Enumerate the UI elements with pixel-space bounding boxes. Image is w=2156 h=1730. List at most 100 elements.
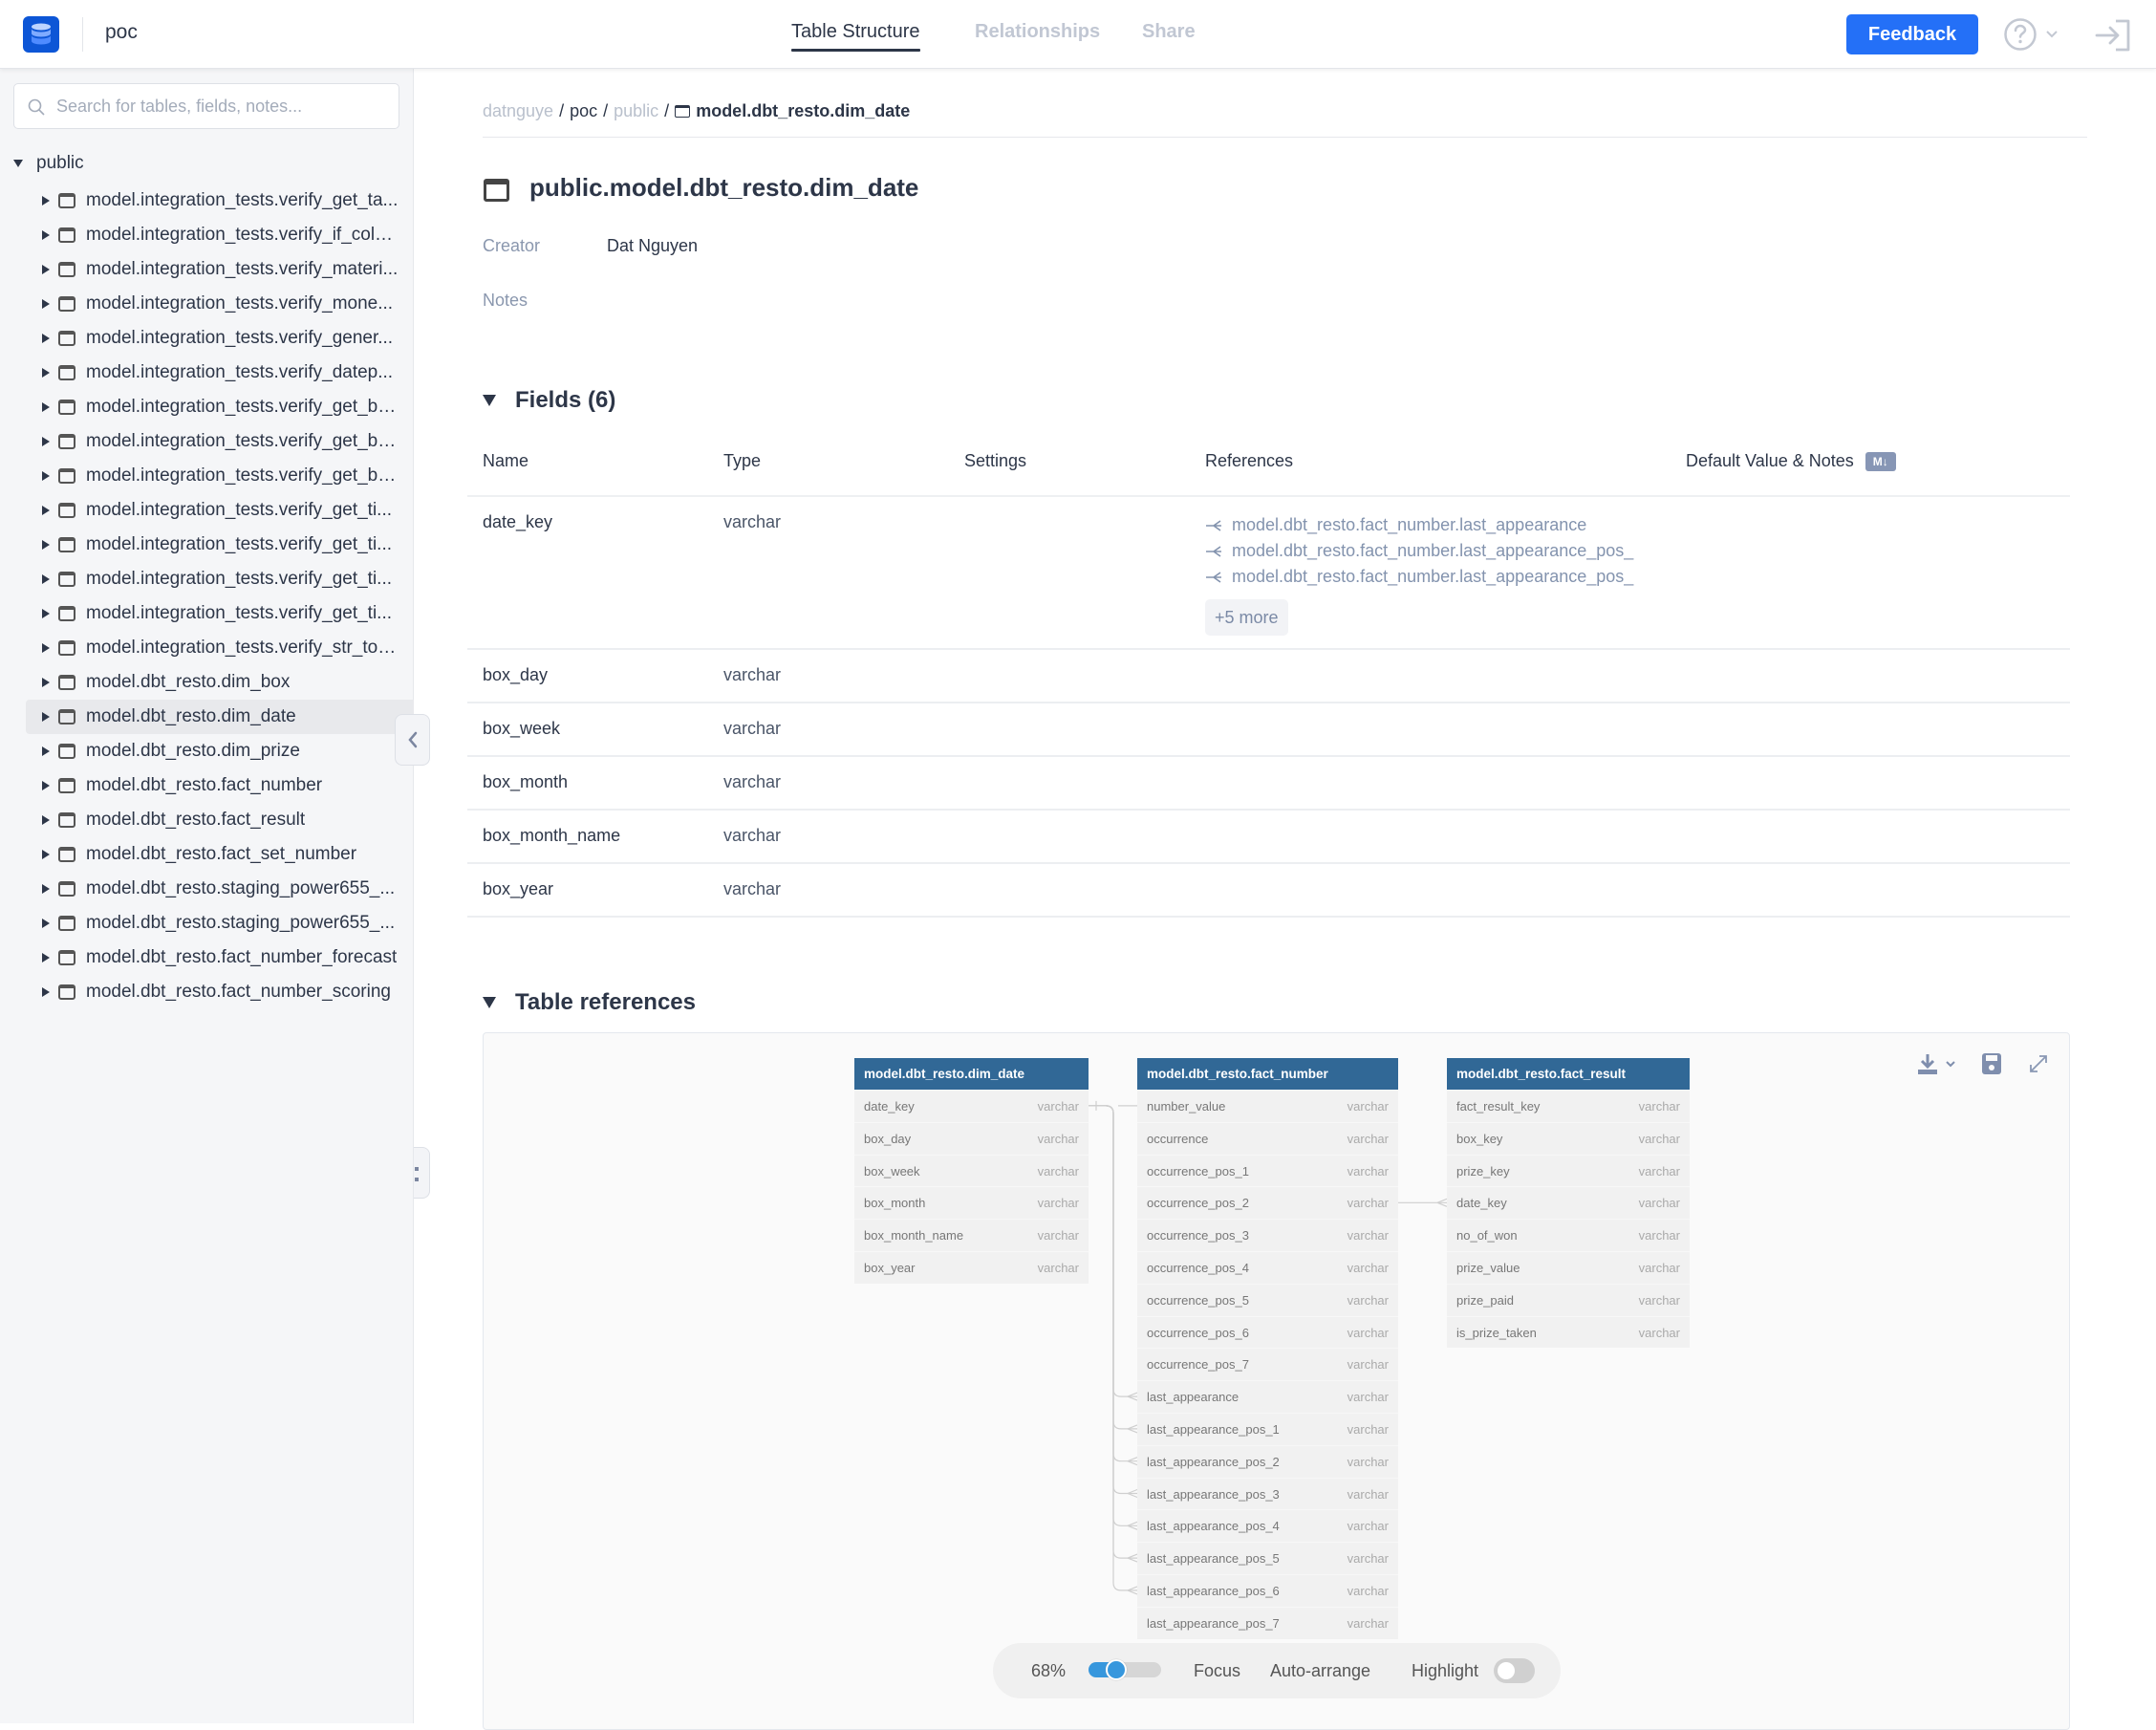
erd-field-row[interactable]: last_appearance_pos_5 varchar (1137, 1542, 1398, 1574)
caret-right-icon[interactable] (42, 574, 50, 584)
caret-right-icon[interactable] (42, 506, 50, 515)
sidebar-table-item[interactable]: model.integration_tests.verify_get_ti... (26, 562, 414, 596)
erd-field-row[interactable]: is_prize_taken varchar (1447, 1315, 1690, 1349)
erd-field-row[interactable]: last_appearance_pos_3 varchar (1137, 1477, 1398, 1510)
caret-right-icon[interactable] (42, 643, 50, 653)
sidebar-table-item[interactable]: model.integration_tests.verify_get_ti... (26, 596, 414, 631)
caret-right-icon[interactable] (42, 953, 50, 962)
sidebar-table-item[interactable]: model.dbt_resto.dim_box (26, 665, 414, 700)
logout-button[interactable] (2095, 19, 2131, 52)
sidebar-table-item[interactable]: model.integration_tests.verify_get_ti... (26, 528, 414, 562)
sidebar-table-item[interactable]: model.dbt_resto.fact_number_scoring (26, 975, 414, 1009)
erd-field-row[interactable]: occurrence_pos_2 varchar (1137, 1186, 1398, 1219)
caret-right-icon[interactable] (42, 299, 50, 309)
erd-field-row[interactable]: occurrence_pos_4 varchar (1137, 1250, 1398, 1284)
fields-section-toggle[interactable]: Fields (6) (483, 387, 615, 414)
collapse-sidebar-button[interactable] (395, 714, 430, 766)
caret-right-icon[interactable] (42, 815, 50, 825)
zoom-slider-handle[interactable] (1105, 1659, 1127, 1680)
erd-table-header[interactable]: model.dbt_resto.fact_number (1137, 1058, 1398, 1090)
sidebar-table-item[interactable]: model.dbt_resto.fact_number (26, 768, 414, 803)
focus-button[interactable]: Focus (1194, 1661, 1240, 1681)
erd-field-row[interactable]: last_appearance_pos_7 varchar (1137, 1606, 1398, 1639)
sidebar-table-item[interactable]: model.dbt_resto.fact_set_number (26, 837, 414, 872)
expand-icon[interactable] (2027, 1052, 2050, 1075)
sidebar-table-item[interactable]: model.integration_tests.verify_mone... (26, 287, 414, 321)
reference-link[interactable]: model.dbt_resto.fact_number.last_appeara… (1205, 512, 1654, 538)
caret-right-icon[interactable] (42, 196, 50, 205)
caret-right-icon[interactable] (42, 781, 50, 790)
app-logo[interactable] (23, 16, 59, 53)
reference-link[interactable]: model.dbt_resto.fact_number.last_appeara… (1205, 564, 1654, 590)
breadcrumb-schema[interactable]: public (614, 101, 658, 121)
caret-right-icon[interactable] (42, 334, 50, 343)
erd-field-row[interactable]: box_month varchar (854, 1186, 1089, 1219)
erd-field-row[interactable]: last_appearance_pos_6 varchar (1137, 1573, 1398, 1607)
reference-link[interactable]: model.dbt_resto.fact_number.last_appeara… (1205, 538, 1654, 564)
erd-field-row[interactable]: no_of_won varchar (1447, 1219, 1690, 1251)
show-more-references-button[interactable]: +5 more (1205, 599, 1288, 636)
erd-field-row[interactable]: box_month_name varchar (854, 1219, 1089, 1251)
references-section-toggle[interactable]: Table references (483, 989, 696, 1016)
sidebar-table-item[interactable]: model.integration_tests.verify_get_ba... (26, 390, 414, 424)
erd-table[interactable]: model.dbt_resto.dim_date date_key varchar b… (854, 1058, 1089, 1284)
search-input[interactable] (56, 84, 391, 128)
erd-field-row[interactable]: occurrence_pos_3 varchar (1137, 1219, 1398, 1251)
erd-field-row[interactable]: occurrence varchar (1137, 1121, 1398, 1155)
caret-right-icon[interactable] (42, 402, 50, 412)
caret-right-icon[interactable] (42, 884, 50, 894)
erd-field-row[interactable]: occurrence_pos_7 varchar (1137, 1348, 1398, 1380)
sidebar-table-item[interactable]: model.dbt_resto.staging_power655_... (26, 906, 414, 941)
caret-right-icon[interactable] (42, 471, 50, 481)
sidebar-table-item[interactable]: model.dbt_resto.staging_power655_... (26, 872, 414, 906)
caret-right-icon[interactable] (42, 746, 50, 756)
erd-field-row[interactable]: last_appearance_pos_2 varchar (1137, 1444, 1398, 1478)
tab-share[interactable]: Share (1142, 21, 1196, 43)
erd-field-row[interactable]: box_year varchar (854, 1250, 1089, 1284)
erd-field-row[interactable]: prize_paid varchar (1447, 1283, 1690, 1316)
erd-field-row[interactable]: number_value varchar (1137, 1090, 1398, 1122)
caret-right-icon[interactable] (42, 437, 50, 446)
sidebar-table-item[interactable]: model.integration_tests.verify_get_ba... (26, 459, 414, 493)
sidebar-table-item[interactable]: model.integration_tests.verify_get_ti... (26, 493, 414, 528)
caret-right-icon[interactable] (42, 265, 50, 274)
feedback-button[interactable]: Feedback (1846, 14, 1978, 54)
erd-table-header[interactable]: model.dbt_resto.fact_result (1447, 1058, 1690, 1090)
caret-right-icon[interactable] (42, 712, 50, 722)
breadcrumb-user[interactable]: datnguye (483, 101, 553, 121)
caret-right-icon[interactable] (42, 540, 50, 550)
auto-arrange-button[interactable]: Auto-arrange (1270, 1661, 1370, 1681)
sidebar-table-item[interactable]: model.integration_tests.verify_gener... (26, 321, 414, 356)
save-icon[interactable] (1981, 1052, 2002, 1075)
erd-field-row[interactable]: date_key varchar (1447, 1186, 1690, 1219)
highlight-toggle[interactable] (1494, 1658, 1535, 1683)
caret-right-icon[interactable] (42, 609, 50, 618)
sidebar-table-item[interactable]: model.dbt_resto.fact_number_forecast (26, 941, 414, 975)
sidebar-table-item[interactable]: model.integration_tests.verify_datep... (26, 356, 414, 390)
erd-field-row[interactable]: occurrence_pos_1 varchar (1137, 1154, 1398, 1187)
tab-table-structure[interactable]: Table Structure (791, 21, 920, 52)
export-button[interactable] (1916, 1052, 1956, 1075)
caret-right-icon[interactable] (42, 368, 50, 378)
erd-field-row[interactable]: date_key varchar (854, 1090, 1089, 1122)
erd-field-row[interactable]: prize_key varchar (1447, 1154, 1690, 1187)
erd-field-row[interactable]: occurrence_pos_5 varchar (1137, 1283, 1398, 1316)
erd-field-row[interactable]: box_week varchar (854, 1154, 1089, 1187)
erd-field-row[interactable]: box_day varchar (854, 1121, 1089, 1155)
erd-field-row[interactable]: occurrence_pos_6 varchar (1137, 1315, 1398, 1349)
erd-field-row[interactable]: fact_result_key varchar (1447, 1090, 1690, 1122)
sidebar-table-item[interactable]: model.integration_tests.verify_get_ta... (26, 184, 414, 218)
search-box[interactable] (13, 83, 399, 129)
erd-field-row[interactable]: box_key varchar (1447, 1121, 1690, 1155)
erd-table[interactable]: model.dbt_resto.fact_result fact_result_k… (1447, 1058, 1690, 1349)
caret-right-icon[interactable] (42, 230, 50, 240)
sidebar-table-item[interactable]: model.dbt_resto.dim_date (26, 700, 414, 734)
tab-relationships[interactable]: Relationships (975, 21, 1100, 43)
sidebar-table-item[interactable]: model.dbt_resto.fact_result (26, 803, 414, 837)
erd-field-row[interactable]: last_appearance_pos_4 varchar (1137, 1509, 1398, 1542)
schema-node-public[interactable]: public (13, 153, 84, 174)
sidebar-table-item[interactable]: model.integration_tests.verify_str_to_..… (26, 631, 414, 665)
sidebar-table-item[interactable]: model.dbt_resto.dim_prize (26, 734, 414, 768)
erd-field-row[interactable]: prize_value varchar (1447, 1250, 1690, 1284)
help-menu-button[interactable] (2003, 16, 2066, 53)
